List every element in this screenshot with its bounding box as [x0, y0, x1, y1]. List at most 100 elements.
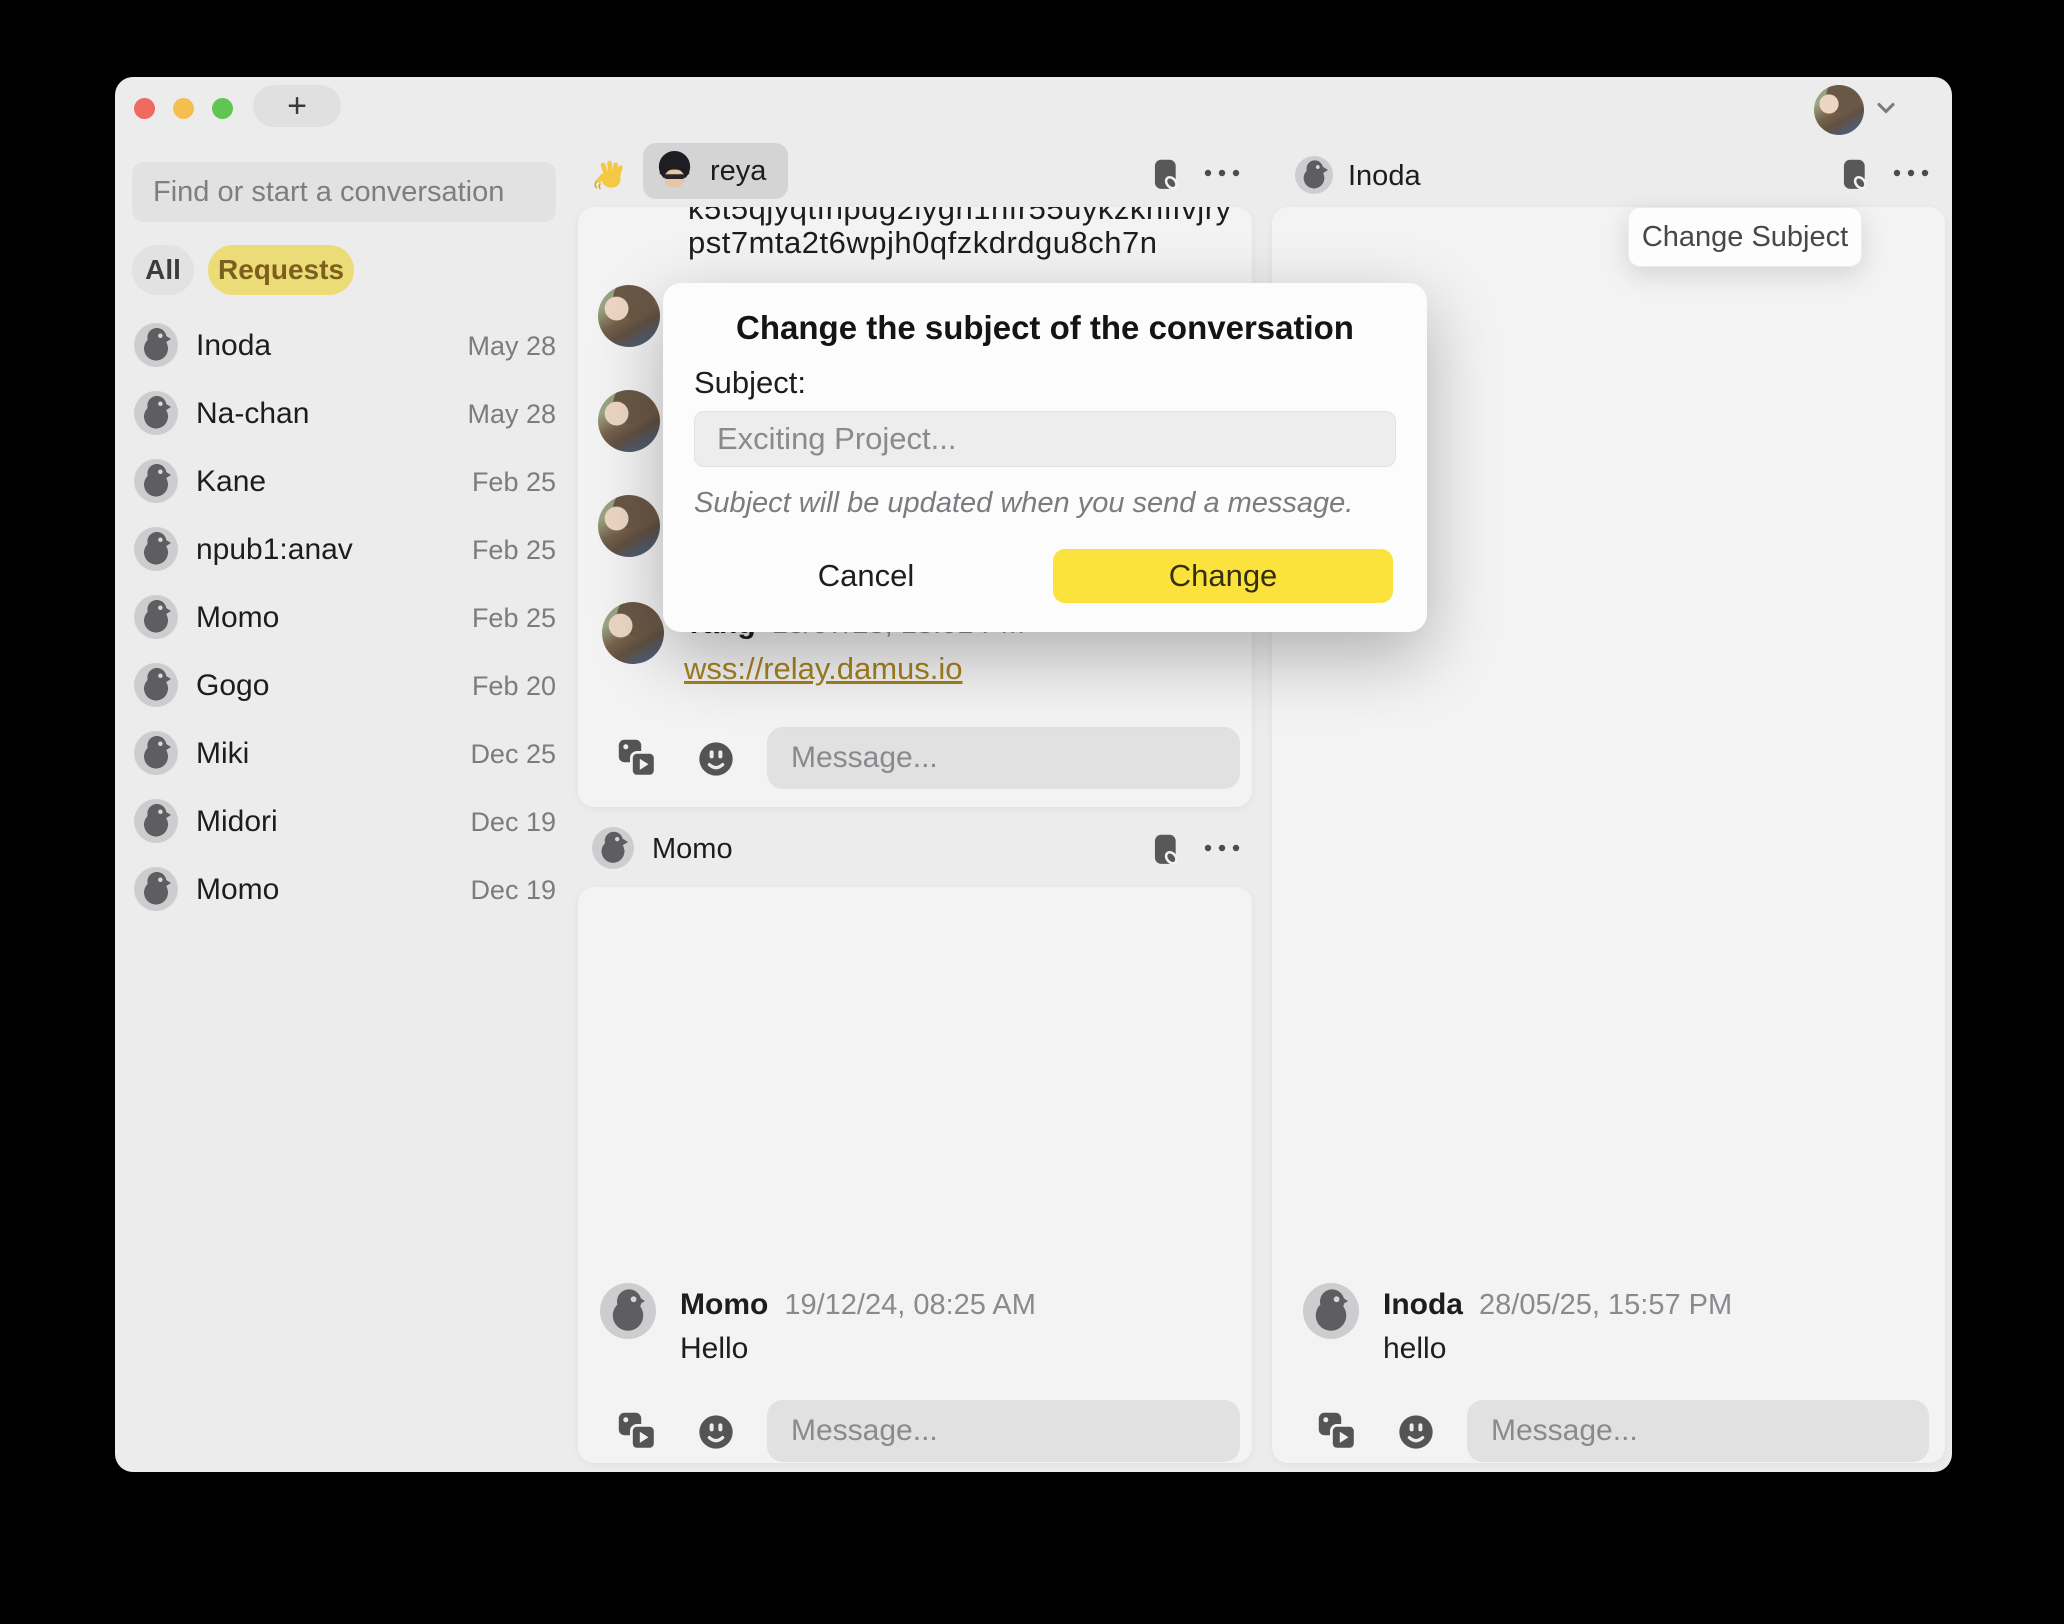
chat-card-momo: Momo 19/12/24, 08:25 AM Hello [578, 887, 1252, 1463]
filter-requests[interactable]: Requests [208, 245, 354, 295]
conversation-name: Inoda [196, 329, 271, 363]
bird-avatar [134, 731, 178, 775]
attach-media-icon[interactable] [1316, 1410, 1358, 1457]
more-options-icon[interactable] [1200, 165, 1244, 186]
message-sender-avatar [1303, 1283, 1359, 1339]
emoji-icon[interactable] [696, 1412, 736, 1457]
subject-input[interactable] [695, 421, 1395, 457]
change-subject-icon[interactable] [1837, 157, 1873, 198]
conversation-date: Feb 25 [472, 603, 556, 634]
subject-label: Subject: [694, 365, 806, 401]
peeking-avatar [598, 390, 660, 452]
traffic-light-close[interactable] [134, 98, 155, 119]
bird-avatar [134, 663, 178, 707]
bird-avatar [134, 391, 178, 435]
conversation-date: Dec 19 [470, 875, 556, 906]
filter-all[interactable]: All [132, 245, 194, 295]
conversation-name: Gogo [196, 669, 269, 703]
conversation-row-miki[interactable]: Miki Dec 25 [132, 725, 556, 781]
bird-avatar [134, 459, 178, 503]
bird-avatar [134, 527, 178, 571]
conversation-date: Dec 25 [470, 739, 556, 770]
message-timestamp: 19/12/24, 08:25 AM [784, 1289, 1036, 1321]
peeking-avatar [598, 495, 660, 557]
peer-pill-reya[interactable]: reya [643, 143, 788, 199]
bird-avatar [134, 595, 178, 639]
search-conversations[interactable] [132, 162, 556, 222]
conversation-name: Midori [196, 805, 278, 839]
message-sender: Momo [680, 1288, 768, 1321]
bird-avatar [134, 867, 178, 911]
new-conversation-button[interactable]: + [253, 85, 341, 127]
message-input[interactable] [767, 741, 1240, 775]
conversation-row-gogo[interactable]: Gogo Feb 20 [132, 657, 556, 713]
chevron-down-icon[interactable] [1872, 94, 1900, 127]
bird-avatar [134, 799, 178, 843]
emoji-icon[interactable] [1396, 1412, 1436, 1457]
message-composer[interactable] [767, 1400, 1240, 1462]
conversation-name: Miki [196, 737, 249, 771]
relay-link[interactable]: wss://relay.damus.io [684, 651, 963, 686]
conversation-row-kane[interactable]: Kane Feb 25 [132, 453, 556, 509]
dialog-helper-text: Subject will be updated when you send a … [694, 487, 1353, 520]
subject-field-wrap[interactable] [694, 411, 1396, 467]
npub-text: pst7mta2t6wpjh0qfzkdrdgu8ch7n [688, 225, 1157, 261]
change-subject-tooltip: Change Subject [1628, 207, 1862, 267]
traffic-light-zoom[interactable] [212, 98, 233, 119]
emoji-icon[interactable] [696, 739, 736, 784]
message-sender: Inoda [1383, 1288, 1463, 1321]
change-button[interactable]: Change [1053, 549, 1393, 603]
message-input[interactable] [1467, 1414, 1929, 1448]
conversation-row-momo[interactable]: Momo Feb 25 [132, 589, 556, 645]
bird-avatar [134, 323, 178, 367]
peer-name: reya [710, 155, 766, 188]
conversation-name: npub1:anav [196, 533, 353, 567]
message-text: Hello [680, 1332, 748, 1366]
reya-avatar [651, 148, 698, 195]
conversation-row-momo-2[interactable]: Momo Dec 19 [132, 861, 556, 917]
message-sender-avatar [600, 1283, 656, 1339]
message-timestamp: 28/05/25, 15:57 PM [1479, 1289, 1732, 1321]
conversation-date: Feb 20 [472, 671, 556, 702]
user-avatar[interactable] [1814, 85, 1864, 135]
message-sender-avatar-yang [602, 602, 664, 664]
app-window: + All Requests Inoda May 28 Na-chan May … [115, 77, 1952, 1472]
conversation-date: Feb 25 [472, 535, 556, 566]
dialog-title: Change the subject of the conversation [663, 309, 1427, 347]
message-body: wss://relay.damus.io [684, 651, 963, 687]
change-subject-icon[interactable] [1148, 832, 1184, 873]
attach-media-icon[interactable] [616, 737, 658, 784]
peer-name: Inoda [1348, 160, 1421, 193]
change-subject-icon[interactable] [1148, 157, 1184, 198]
conversation-row-inoda[interactable]: Inoda May 28 [132, 317, 556, 373]
conversation-row-midori[interactable]: Midori Dec 19 [132, 793, 556, 849]
conversation-date: Feb 25 [472, 467, 556, 498]
message-header: Momo 19/12/24, 08:25 AM [680, 1288, 1036, 1322]
peeking-avatar [598, 285, 660, 347]
message-text: hello [1383, 1332, 1446, 1366]
message-input[interactable] [767, 1414, 1240, 1448]
momo-header-avatar [592, 827, 634, 869]
conversation-date: May 28 [467, 331, 556, 362]
cancel-button[interactable]: Cancel [786, 549, 946, 603]
message-composer[interactable] [767, 727, 1240, 789]
more-options-icon[interactable] [1200, 840, 1244, 861]
more-options-icon[interactable] [1889, 165, 1933, 186]
conversation-name: Momo [196, 873, 279, 907]
inoda-header-avatar [1295, 156, 1333, 194]
conversation-date: May 28 [467, 399, 556, 430]
npub-text-clipped: k5t5qjyqtfnpdg2lygn1nfr55uykzknffvjry [688, 207, 1232, 227]
conversation-row-na-chan[interactable]: Na-chan May 28 [132, 385, 556, 441]
conversation-name: Momo [196, 601, 279, 635]
waving-hand-icon [590, 156, 628, 199]
account-menu[interactable] [1814, 85, 1900, 135]
conversation-name: Na-chan [196, 397, 309, 431]
search-input[interactable] [132, 176, 540, 209]
attach-media-icon[interactable] [616, 1410, 658, 1457]
conversation-row-npub[interactable]: npub1:anav Feb 25 [132, 521, 556, 577]
peer-name: Momo [652, 833, 733, 866]
conversation-name: Kane [196, 465, 266, 499]
message-composer[interactable] [1467, 1400, 1929, 1462]
traffic-light-minimize[interactable] [173, 98, 194, 119]
conversation-date: Dec 19 [470, 807, 556, 838]
